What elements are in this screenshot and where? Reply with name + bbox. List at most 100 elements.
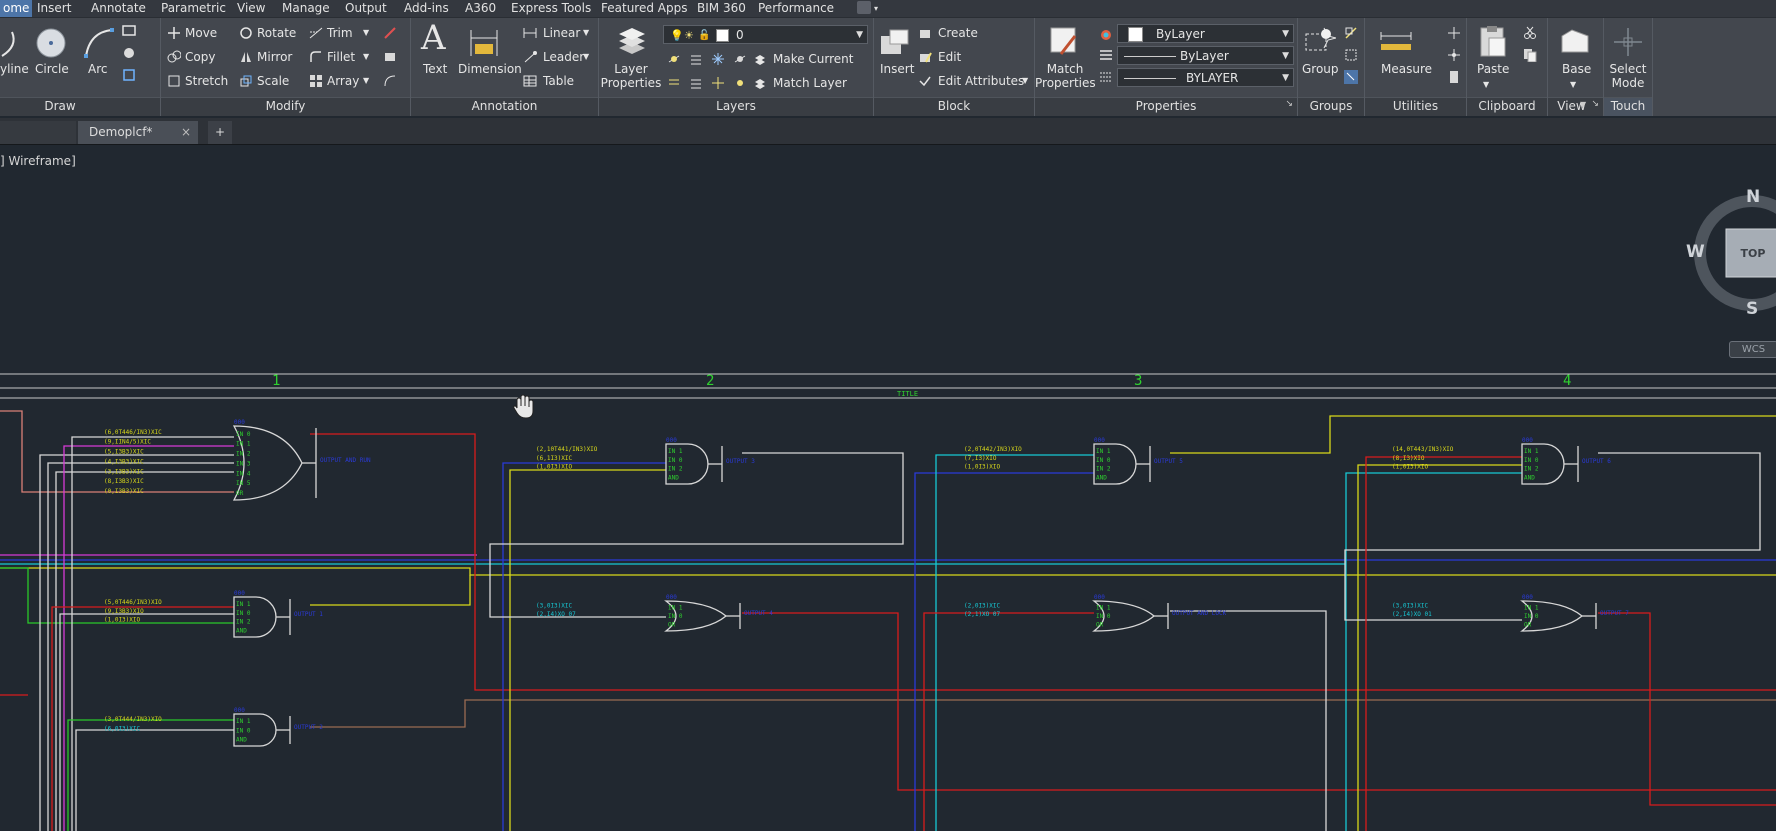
menu-tab-express-tools[interactable]: Express Tools bbox=[511, 0, 591, 17]
create-block-icon[interactable] bbox=[918, 26, 932, 40]
measure-label[interactable]: Measure bbox=[1381, 62, 1432, 76]
menu-tab-addins[interactable]: Add-ins bbox=[404, 0, 449, 17]
fillet-label[interactable]: Fillet bbox=[327, 50, 355, 64]
move-label[interactable]: Move bbox=[185, 26, 217, 40]
layers-panel-footer[interactable]: Layers bbox=[599, 97, 873, 116]
trim-icon[interactable] bbox=[309, 26, 323, 40]
properties-panel-title[interactable]: Properties bbox=[1035, 99, 1297, 113]
layer-previous-icon[interactable] bbox=[689, 76, 703, 90]
leader-label[interactable]: Leader bbox=[543, 50, 584, 64]
close-icon[interactable]: × bbox=[181, 121, 191, 144]
circle-label[interactable]: Circle bbox=[35, 62, 69, 76]
layer-thaw-icon[interactable] bbox=[711, 76, 725, 90]
view-dropdown-icon[interactable]: ▼ bbox=[1580, 100, 1586, 109]
document-tab[interactable]: Demoplcf* × bbox=[78, 121, 198, 144]
fillet-icon[interactable] bbox=[309, 50, 323, 64]
leader-dropdown-icon[interactable]: ▼ bbox=[583, 50, 589, 64]
modify-panel-footer[interactable]: Modify bbox=[161, 97, 410, 116]
trim-label[interactable]: Trim bbox=[327, 26, 353, 40]
move-icon[interactable] bbox=[167, 26, 181, 40]
menu-tab-manage[interactable]: Manage bbox=[282, 0, 330, 17]
rectangle-icon[interactable] bbox=[122, 24, 138, 38]
table-icon[interactable] bbox=[523, 74, 537, 88]
select-mode-label-1[interactable]: Select bbox=[1604, 62, 1652, 76]
select-mode-icon[interactable] bbox=[1612, 26, 1644, 58]
stretch-icon[interactable] bbox=[167, 74, 181, 88]
array-icon[interactable] bbox=[309, 74, 323, 88]
stretch-label[interactable]: Stretch bbox=[185, 74, 228, 88]
base-view-icon[interactable] bbox=[1558, 26, 1592, 56]
draw-panel-title[interactable]: Draw bbox=[0, 99, 160, 113]
menu-tab-home[interactable]: ome bbox=[0, 0, 33, 17]
group-edit-icon[interactable] bbox=[1344, 48, 1358, 62]
layer-freeze-icon[interactable] bbox=[711, 52, 725, 66]
menu-tab-output[interactable]: Output bbox=[345, 0, 387, 17]
scale-icon[interactable] bbox=[239, 74, 253, 88]
compass-west[interactable]: W bbox=[1686, 242, 1705, 262]
insert-block-icon[interactable] bbox=[878, 26, 912, 60]
ungroup-icon[interactable] bbox=[1344, 26, 1358, 40]
touch-panel-title[interactable]: Touch bbox=[1604, 99, 1652, 113]
explode-icon[interactable] bbox=[383, 50, 397, 64]
compass-north[interactable]: N bbox=[1746, 187, 1760, 207]
linear-label[interactable]: Linear bbox=[543, 26, 580, 40]
view-dialog-launcher-icon[interactable]: ↘ bbox=[1591, 99, 1599, 109]
layer-properties-label-2[interactable]: Properties bbox=[599, 76, 663, 90]
match-properties-icon[interactable] bbox=[1047, 24, 1081, 58]
group-selection-icon[interactable] bbox=[1344, 70, 1358, 84]
arc-icon[interactable] bbox=[82, 26, 116, 60]
annotation-panel-title[interactable]: Annotation bbox=[411, 99, 598, 113]
menu-tab-a360[interactable]: A360 bbox=[465, 0, 496, 17]
utilities-panel-footer[interactable]: Utilities bbox=[1365, 97, 1466, 116]
polyline-icon[interactable] bbox=[0, 26, 20, 60]
layer-properties-label-1[interactable]: Layer bbox=[599, 62, 663, 76]
array-label[interactable]: Array bbox=[327, 74, 359, 88]
menu-tab-performance[interactable]: Performance bbox=[758, 0, 834, 17]
edit-attributes-dropdown-icon[interactable]: ▼ bbox=[1022, 74, 1028, 88]
layer-lock-icon[interactable] bbox=[733, 52, 747, 66]
copy-icon[interactable] bbox=[167, 50, 181, 64]
arc-label[interactable]: Arc bbox=[88, 62, 107, 76]
viewcube-top-face[interactable]: TOP bbox=[1732, 247, 1774, 260]
properties-dialog-launcher-icon[interactable]: ↘ bbox=[1285, 99, 1293, 109]
leader-icon[interactable] bbox=[523, 50, 537, 64]
hatch-icon[interactable] bbox=[122, 46, 138, 60]
touch-panel-footer[interactable]: Touch bbox=[1604, 97, 1652, 116]
mirror-icon[interactable] bbox=[239, 50, 253, 64]
linear-dropdown-icon[interactable]: ▼ bbox=[583, 26, 589, 40]
trim-dropdown-icon[interactable]: ▼ bbox=[363, 26, 369, 40]
base-label[interactable]: Base bbox=[1562, 62, 1591, 76]
viewcube[interactable]: N S W TOP bbox=[1686, 187, 1776, 327]
layer-dropdown[interactable]: 💡 ☀ 🔓 0 ▼ bbox=[663, 25, 868, 44]
calculator-icon[interactable] bbox=[1447, 70, 1461, 84]
group-label[interactable]: Group bbox=[1302, 62, 1339, 76]
wcs-menu-button[interactable]: WCS bbox=[1729, 341, 1776, 358]
menu-tab-parametric[interactable]: Parametric bbox=[161, 0, 226, 17]
layer-off-icon[interactable] bbox=[667, 52, 681, 66]
color-dropdown[interactable]: ByLayer ▼ bbox=[1117, 24, 1294, 43]
dimension-icon[interactable] bbox=[467, 26, 501, 60]
select-mode-label-2[interactable]: Mode bbox=[1604, 76, 1652, 90]
edit-attributes-icon[interactable] bbox=[918, 74, 932, 88]
layer-unlock-icon[interactable] bbox=[733, 76, 747, 90]
viewport-label[interactable]: ] Wireframe] bbox=[0, 154, 76, 168]
copy-clip-icon[interactable] bbox=[1523, 48, 1537, 62]
match-layer-icon[interactable] bbox=[753, 76, 767, 90]
layers-panel-title[interactable]: Layers bbox=[599, 99, 873, 113]
layer-properties-icon[interactable] bbox=[615, 24, 649, 58]
clipboard-panel-footer[interactable]: Clipboard bbox=[1467, 97, 1547, 116]
modify-panel-title[interactable]: Modify bbox=[161, 99, 410, 113]
lineweight-dropdown[interactable]: BYLAYER ▼ bbox=[1117, 68, 1294, 87]
scale-label[interactable]: Scale bbox=[257, 74, 289, 88]
block-panel-title[interactable]: Block bbox=[874, 99, 1034, 113]
menu-tab-bim360[interactable]: BIM 360 bbox=[697, 0, 746, 17]
groups-panel-title[interactable]: Groups bbox=[1298, 99, 1364, 113]
erase-icon[interactable] bbox=[383, 26, 397, 40]
text-icon[interactable]: A bbox=[421, 18, 446, 58]
menu-tab-view[interactable]: View bbox=[237, 0, 265, 17]
edit-attributes-label[interactable]: Edit Attributes bbox=[938, 74, 1024, 88]
text-label[interactable]: Text bbox=[423, 62, 447, 76]
cut-icon[interactable] bbox=[1523, 26, 1537, 40]
edit-label[interactable]: Edit bbox=[938, 50, 961, 64]
match-properties-label-1[interactable]: Match bbox=[1035, 62, 1095, 76]
